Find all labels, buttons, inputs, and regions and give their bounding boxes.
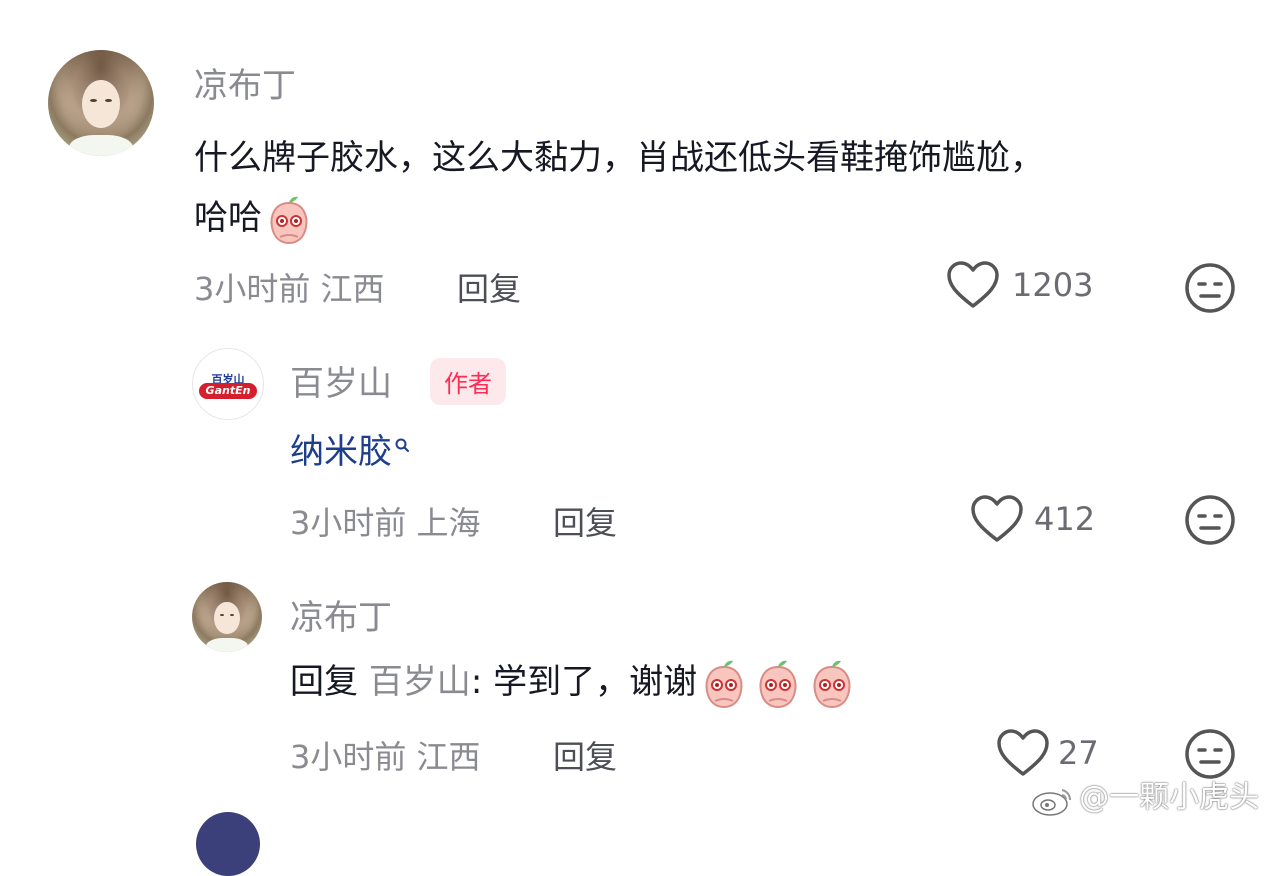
heart-outline-icon[interactable] xyxy=(996,728,1050,778)
comment-1-reply-button[interactable]: 回复 xyxy=(457,264,521,310)
comment-1-text-line2-content: 哈哈 xyxy=(194,198,262,238)
comment-1-like-count: 1203 xyxy=(1012,266,1094,304)
comment-1-time-location: 3小时前 江西 xyxy=(194,270,385,308)
peach-face-emoji xyxy=(805,657,859,711)
watermark: @一颗小虎头 xyxy=(1030,772,1259,822)
comment-2-text: 纳米胶 xyxy=(290,432,392,472)
search-icon xyxy=(394,424,410,464)
peach-face-emoji xyxy=(751,657,805,711)
comment-1-text: 什么牌子胶水，这么大黏力，肖战还低头看鞋掩饰尴尬， xyxy=(194,138,1044,178)
comment-2-reply-button[interactable]: 回复 xyxy=(553,498,617,544)
avatar-commenter-3[interactable] xyxy=(192,582,262,652)
comment-1-username[interactable]: 凉布丁 xyxy=(194,58,296,107)
avatar-author-brand[interactable]: 百岁山 GantEn xyxy=(192,348,264,420)
comment-3-reply-to[interactable]: 百岁山 xyxy=(369,662,471,702)
peach-face-emoji xyxy=(697,657,751,711)
weibo-logo-icon xyxy=(1030,784,1074,822)
comment-3-text: : 学到了，谢谢 xyxy=(470,662,698,702)
comment-3-reply-prefix: 回复 xyxy=(290,662,358,702)
author-tag: 作者 xyxy=(430,358,506,405)
heart-outline-icon[interactable] xyxy=(946,260,1000,310)
peach-face-emoji xyxy=(262,193,316,247)
comment-3-like-count: 27 xyxy=(1058,734,1099,772)
comment-2-time-location: 3小时前 上海 xyxy=(290,504,481,542)
comment-3-username[interactable]: 凉布丁 xyxy=(290,590,392,639)
neutral-face-icon[interactable] xyxy=(1184,494,1236,546)
comment-3-text-row: 回复 百岁山: 学到了，谢谢 xyxy=(290,654,859,711)
watermark-text: @一颗小虎头 xyxy=(1079,780,1260,815)
neutral-face-icon[interactable] xyxy=(1184,262,1236,314)
heart-outline-icon[interactable] xyxy=(970,494,1024,544)
comment-3-time-location: 3小时前 江西 xyxy=(290,738,481,776)
comment-1-text-line2: 哈哈 xyxy=(194,190,316,247)
comment-3-reply-button[interactable]: 回复 xyxy=(553,732,617,778)
comment-2-like-count: 412 xyxy=(1034,500,1096,538)
avatar-commenter-1[interactable] xyxy=(48,50,154,156)
comment-2-search-link[interactable]: 纳米胶 xyxy=(290,424,410,473)
brand-logo: GantEn xyxy=(199,383,257,399)
comment-2-username[interactable]: 百岁山 xyxy=(290,356,392,405)
